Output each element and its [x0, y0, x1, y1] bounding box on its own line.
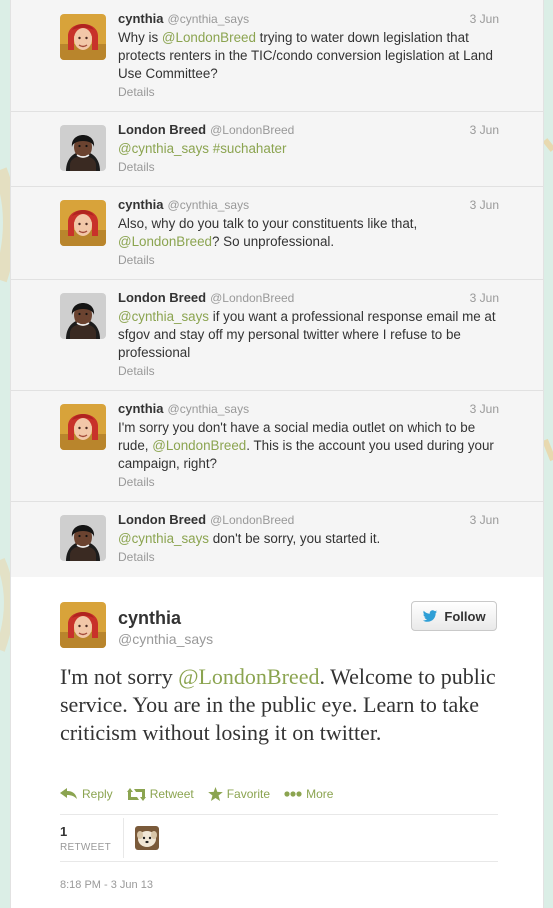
tweet-date[interactable]: 3 Jun: [470, 12, 499, 26]
main-author-name[interactable]: cynthia: [118, 608, 181, 629]
tweet-author-handle[interactable]: @LondonBreed: [210, 513, 294, 527]
avatar-london[interactable]: [60, 125, 106, 171]
conversation-tweet[interactable]: London Breed @LondonBreed 3 Jun @cynthia_…: [11, 111, 543, 187]
more-label: More: [306, 787, 334, 801]
main-tweet: cynthia @cynthia_says Follow I'm not sor…: [10, 577, 544, 908]
tweet-text: @cynthia_says if you want a professional…: [118, 308, 508, 362]
tweet-date[interactable]: 3 Jun: [470, 291, 499, 305]
more-icon: [284, 791, 302, 797]
divider: [60, 861, 498, 862]
tweet-author-name[interactable]: cynthia: [118, 11, 164, 26]
retweet-count[interactable]: 1: [60, 824, 67, 839]
tweet-text-segment: Why is: [118, 30, 162, 45]
main-author-handle[interactable]: @cynthia_says: [118, 631, 213, 647]
tweet-author-handle[interactable]: @cynthia_says: [168, 198, 250, 212]
tweet-author-name[interactable]: London Breed: [118, 122, 206, 137]
retweet-button[interactable]: Retweet: [126, 787, 194, 801]
tweet-date[interactable]: 3 Jun: [470, 123, 499, 137]
retweet-label: Retweet: [149, 787, 194, 801]
tweet-details-link[interactable]: Details: [118, 550, 155, 564]
tweet-details-link[interactable]: Details: [118, 85, 155, 99]
tweet-text: Also, why do you talk to your constituen…: [118, 215, 508, 251]
tweet-date[interactable]: 3 Jun: [470, 402, 499, 416]
mention-link[interactable]: @cynthia_says: [118, 309, 209, 324]
tweet-author-name[interactable]: London Breed: [118, 290, 206, 305]
avatar-london[interactable]: [60, 293, 106, 339]
follow-button[interactable]: Follow: [411, 601, 497, 631]
tweet-details-link[interactable]: Details: [118, 253, 155, 267]
conversation-tweet[interactable]: cynthia @cynthia_says 3 Jun Also, why do …: [11, 186, 543, 280]
tweet-actions: Reply Retweet Favorite More: [60, 787, 333, 801]
tweet-author-handle[interactable]: @cynthia_says: [168, 402, 250, 416]
hashtag-link[interactable]: #suchahater: [213, 141, 287, 156]
reply-button[interactable]: Reply: [60, 787, 113, 801]
star-icon: [207, 787, 223, 801]
tweet-date[interactable]: 3 Jun: [470, 198, 499, 212]
conversation-tweet[interactable]: London Breed @LondonBreed 3 Jun @cynthia_…: [11, 501, 543, 577]
mention-link[interactable]: @LondonBreed: [178, 664, 319, 689]
tweet-timestamp[interactable]: 8:18 PM - 3 Jun 13: [60, 879, 153, 891]
avatar-cynthia[interactable]: [60, 14, 106, 60]
mention-link[interactable]: @cynthia_says: [118, 531, 209, 546]
favorite-button[interactable]: Favorite: [207, 787, 271, 801]
tweet-text: @cynthia_says #suchahater: [118, 140, 508, 158]
tweet-details-link[interactable]: Details: [118, 160, 155, 174]
reply-icon: [60, 788, 77, 799]
tweet-text-segment: ? So unprofessional.: [212, 234, 335, 249]
favorite-label: Favorite: [226, 787, 271, 801]
tweet-text-segment: I'm not sorry: [60, 664, 179, 689]
tweet-author-handle[interactable]: @cynthia_says: [168, 12, 250, 26]
divider: [60, 814, 498, 815]
main-tweet-text: I'm not sorry @LondonBreed. Welcome to p…: [60, 663, 500, 747]
tweet-text: I'm sorry you don't have a social media …: [118, 419, 508, 473]
tweet-text: Why is @LondonBreed trying to water down…: [118, 29, 508, 83]
bird-icon: [423, 609, 438, 622]
avatar-cynthia[interactable]: [60, 200, 106, 246]
tweet-text-segment: don't be sorry, you started it.: [209, 531, 381, 546]
more-button[interactable]: More: [284, 787, 333, 801]
tweet-text: @cynthia_says don't be sorry, you starte…: [118, 530, 508, 548]
tweet-date[interactable]: 3 Jun: [470, 513, 499, 527]
follow-label: Follow: [444, 608, 486, 624]
reply-label: Reply: [82, 787, 113, 801]
avatar-london[interactable]: [60, 515, 106, 561]
mention-link[interactable]: @cynthia_says: [118, 141, 209, 156]
mention-link[interactable]: @LondonBreed: [152, 438, 246, 453]
retweet-count-label: RETWEET: [60, 842, 111, 853]
avatar-cynthia[interactable]: [60, 602, 106, 648]
tweet-author-handle[interactable]: @LondonBreed: [210, 123, 294, 137]
tweet-author-name[interactable]: London Breed: [118, 512, 206, 527]
conversation-tweet[interactable]: cynthia @cynthia_says 3 Jun Why is @Londo…: [11, 0, 543, 112]
mention-link[interactable]: @LondonBreed: [118, 234, 212, 249]
tweet-details-link[interactable]: Details: [118, 364, 155, 378]
divider: [123, 818, 124, 858]
tweet-author-name[interactable]: cynthia: [118, 401, 164, 416]
conversation-panel: cynthia @cynthia_says 3 Jun Why is @Londo…: [10, 0, 544, 577]
retweet-icon: [126, 787, 146, 801]
conversation-tweet[interactable]: cynthia @cynthia_says 3 Jun I'm sorry you…: [11, 390, 543, 502]
conversation-tweet[interactable]: London Breed @LondonBreed 3 Jun @cynthia_…: [11, 279, 543, 391]
mention-link[interactable]: @LondonBreed: [162, 30, 256, 45]
tweet-details-link[interactable]: Details: [118, 475, 155, 489]
retweeter-avatar[interactable]: [135, 826, 159, 850]
tweet-text-segment: Also, why do you talk to your constituen…: [118, 216, 418, 231]
avatar-cynthia[interactable]: [60, 404, 106, 450]
tweet-author-handle[interactable]: @LondonBreed: [210, 291, 294, 305]
tweet-author-name[interactable]: cynthia: [118, 197, 164, 212]
